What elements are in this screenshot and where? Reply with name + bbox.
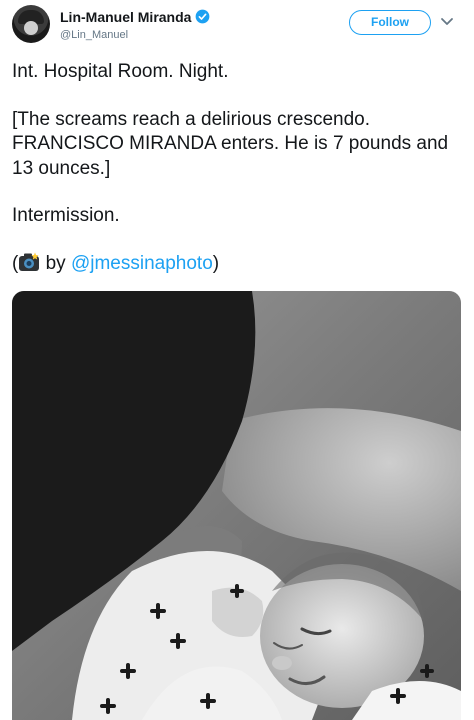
user-handle[interactable]: @Lin_Manuel [60, 29, 210, 41]
tweet-text: Int. Hospital Room. Night. [The screams … [12, 60, 462, 276]
tweet-photo[interactable] [12, 291, 461, 720]
display-name[interactable]: Lin-Manuel Miranda [60, 9, 191, 25]
author-block[interactable]: Lin-Manuel Miranda @Lin_Manuel [60, 8, 210, 41]
tweet-line-intermission: Intermission. [12, 205, 120, 226]
camera-emoji-icon [19, 252, 40, 271]
avatar-face [24, 21, 38, 35]
photo-credit: ( by @jmessinaphoto) [12, 252, 462, 277]
credit-by-text: by [40, 252, 71, 274]
follow-button[interactable]: Follow [349, 10, 431, 35]
tweet-line-scene: Int. Hospital Room. Night. [12, 61, 229, 82]
photographer-mention-link[interactable]: @jmessinaphoto [71, 253, 213, 274]
credit-close-paren: ) [212, 252, 220, 274]
avatar[interactable] [12, 5, 50, 43]
tweet-line-stage-direction: [The screams reach a delirious crescendo… [12, 108, 449, 179]
chevron-down-icon[interactable] [440, 17, 454, 27]
tweet-header: Lin-Manuel Miranda @Lin_Manuel Follow [0, 0, 474, 50]
verified-badge-icon [196, 9, 210, 24]
photo-illustration [12, 291, 461, 720]
